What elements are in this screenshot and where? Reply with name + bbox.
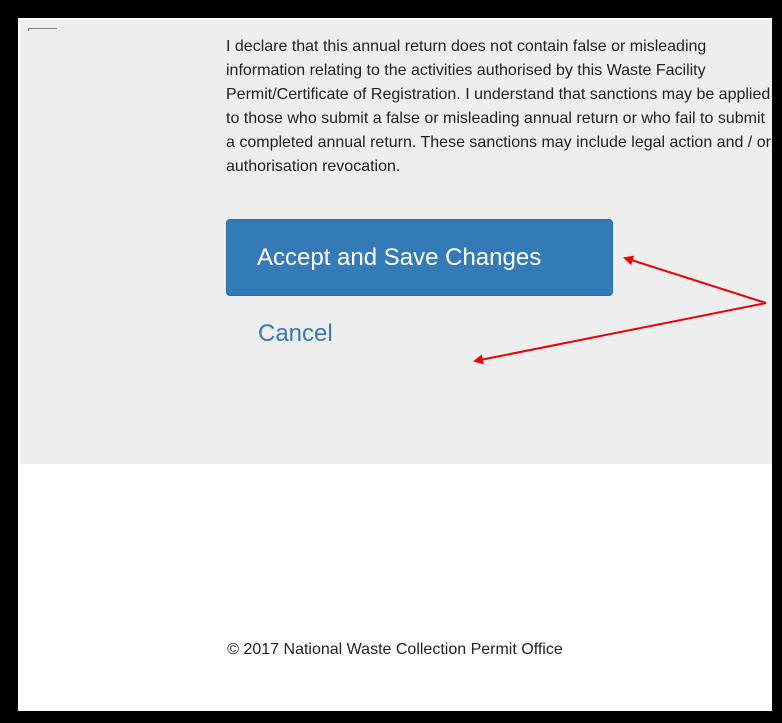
footer-copyright: © 2017 National Waste Collection Permit … [227, 641, 563, 658]
declaration-text: I declare that this annual return does n… [226, 38, 771, 175]
screenshot-frame: I declare that this annual return does n… [0, 0, 782, 723]
panel-corner-mark [28, 28, 57, 31]
cancel-link[interactable]: Cancel [258, 320, 333, 348]
page-content: I declare that this annual return does n… [18, 18, 772, 711]
accept-and-save-button[interactable]: Accept and Save Changes [226, 219, 613, 296]
